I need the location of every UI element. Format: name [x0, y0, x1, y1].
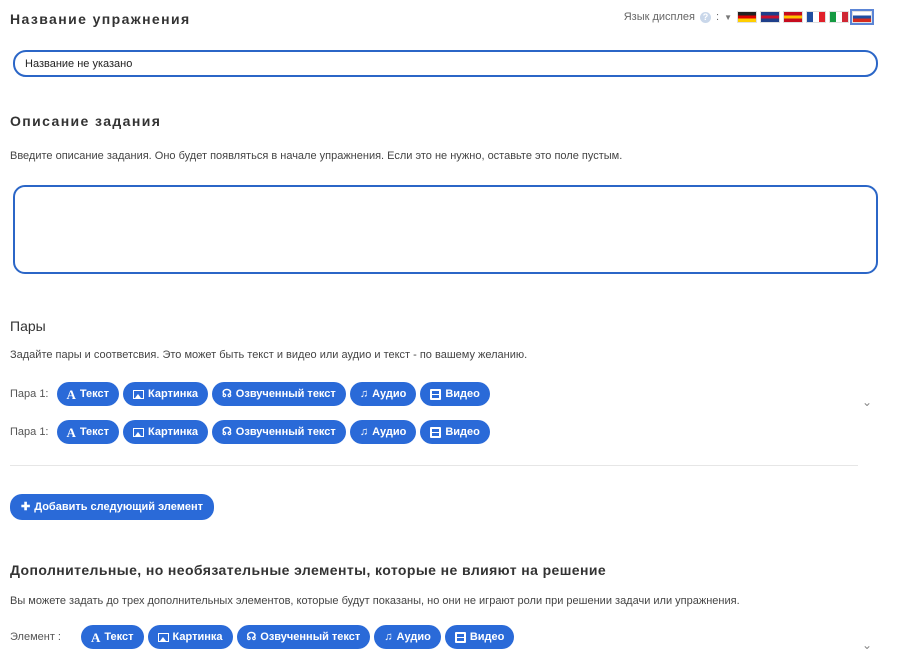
separator: :: [716, 11, 720, 23]
film-icon: [454, 631, 466, 643]
plus-icon: ✚: [21, 500, 31, 513]
text-type-label: Текст: [79, 388, 110, 400]
flag-russia-icon[interactable]: [850, 9, 874, 25]
pair-label: Пара 1:: [10, 388, 49, 400]
caret-down-icon[interactable]: ▼: [724, 13, 732, 22]
video-type-label: Видео: [445, 426, 480, 438]
flag-uk-icon[interactable]: [760, 11, 780, 23]
pairs-divider: [10, 465, 858, 466]
music-icon: ♫: [359, 425, 369, 438]
flag-german-icon[interactable]: [737, 11, 757, 23]
pairs-hint: Задайте пары и соответсвия. Это может бы…: [10, 349, 528, 361]
music-icon: ♫: [359, 387, 369, 400]
film-icon: [430, 426, 442, 438]
text-icon: A: [66, 424, 76, 440]
display-language: Язык дисплея ? : ▼: [623, 9, 874, 25]
description-heading: Описание задания: [10, 113, 162, 129]
image-type-label: Картинка: [172, 631, 223, 643]
extra-elements-heading: Дополнительные, но необязательные элемен…: [10, 562, 607, 578]
image-type-button[interactable]: Картинка: [123, 420, 209, 444]
audio-type-label: Аудио: [372, 388, 407, 400]
image-type-label: Картинка: [148, 388, 199, 400]
text-type-button[interactable]: A Текст: [56, 382, 120, 406]
flag-italy-icon[interactable]: [829, 11, 849, 23]
video-type-button[interactable]: Видео: [444, 625, 515, 649]
headphones-icon: ☊: [246, 630, 257, 643]
music-icon: ♫: [384, 630, 393, 643]
pair-row: Пара 1: A Текст Картинка ☊ Озвученный текс…: [10, 420, 490, 444]
text-icon: A: [66, 386, 76, 402]
headphones-icon: ☊: [222, 387, 232, 400]
add-element-label: Добавить следующий элемент: [34, 501, 204, 513]
display-language-label: Язык дисплея: [623, 11, 696, 23]
help-icon[interactable]: ?: [700, 11, 712, 23]
image-icon: [133, 427, 145, 437]
text-type-label: Текст: [104, 631, 134, 643]
video-type-button[interactable]: Видео: [420, 420, 490, 444]
pair-label: Пара 1:: [10, 426, 49, 438]
audio-type-button[interactable]: ♫ Аудио: [349, 382, 417, 406]
audio-type-label: Аудио: [396, 631, 431, 643]
exercise-title-heading: Название упражнения: [10, 11, 191, 27]
chevron-down-icon[interactable]: ⌄: [862, 395, 872, 409]
language-flags: [737, 9, 874, 25]
spoken-text-type-button[interactable]: ☊ Озвученный текст: [236, 625, 371, 649]
spoken-text-type-label: Озвученный текст: [235, 388, 336, 400]
image-type-button[interactable]: Картинка: [147, 625, 233, 649]
text-type-button[interactable]: A Текст: [80, 625, 144, 649]
spoken-text-type-button[interactable]: ☊ Озвученный текст: [212, 420, 346, 444]
pairs-heading: Пары: [10, 318, 46, 334]
audio-type-button[interactable]: ♫ Аудио: [349, 420, 417, 444]
image-icon: [133, 389, 145, 399]
headphones-icon: ☊: [222, 425, 232, 438]
flag-france-icon[interactable]: [806, 11, 826, 23]
video-type-label: Видео: [445, 388, 480, 400]
video-type-label: Видео: [469, 631, 505, 643]
pair-row: Пара 1: A Текст Картинка ☊ Озвученный текс…: [10, 382, 490, 406]
text-type-button[interactable]: A Текст: [56, 420, 120, 444]
description-hint: Введите описание задания. Оно будет появ…: [10, 150, 623, 162]
exercise-title-input[interactable]: [13, 50, 878, 77]
extra-element-row: Элемент : A Текст Картинка ☊ Озвученный те…: [10, 625, 515, 649]
image-type-button[interactable]: Картинка: [123, 382, 209, 406]
flag-spain-icon[interactable]: [783, 11, 803, 23]
spoken-text-type-button[interactable]: ☊ Озвученный текст: [212, 382, 346, 406]
extra-element-label: Элемент :: [10, 631, 61, 643]
extra-elements-hint: Вы можете задать до трех дополнительных …: [10, 595, 740, 607]
text-type-label: Текст: [79, 426, 110, 438]
film-icon: [430, 388, 442, 400]
video-type-button[interactable]: Видео: [420, 382, 490, 406]
image-type-label: Картинка: [148, 426, 199, 438]
image-icon: [157, 632, 169, 642]
description-textarea[interactable]: [13, 185, 878, 274]
spoken-text-type-label: Озвученный текст: [260, 631, 361, 643]
audio-type-button[interactable]: ♫ Аудио: [374, 625, 441, 649]
spoken-text-type-label: Озвученный текст: [235, 426, 336, 438]
audio-type-label: Аудио: [372, 426, 407, 438]
add-element-button[interactable]: ✚ Добавить следующий элемент: [10, 494, 215, 520]
text-icon: A: [90, 629, 101, 645]
chevron-down-icon[interactable]: ⌄: [862, 638, 872, 652]
